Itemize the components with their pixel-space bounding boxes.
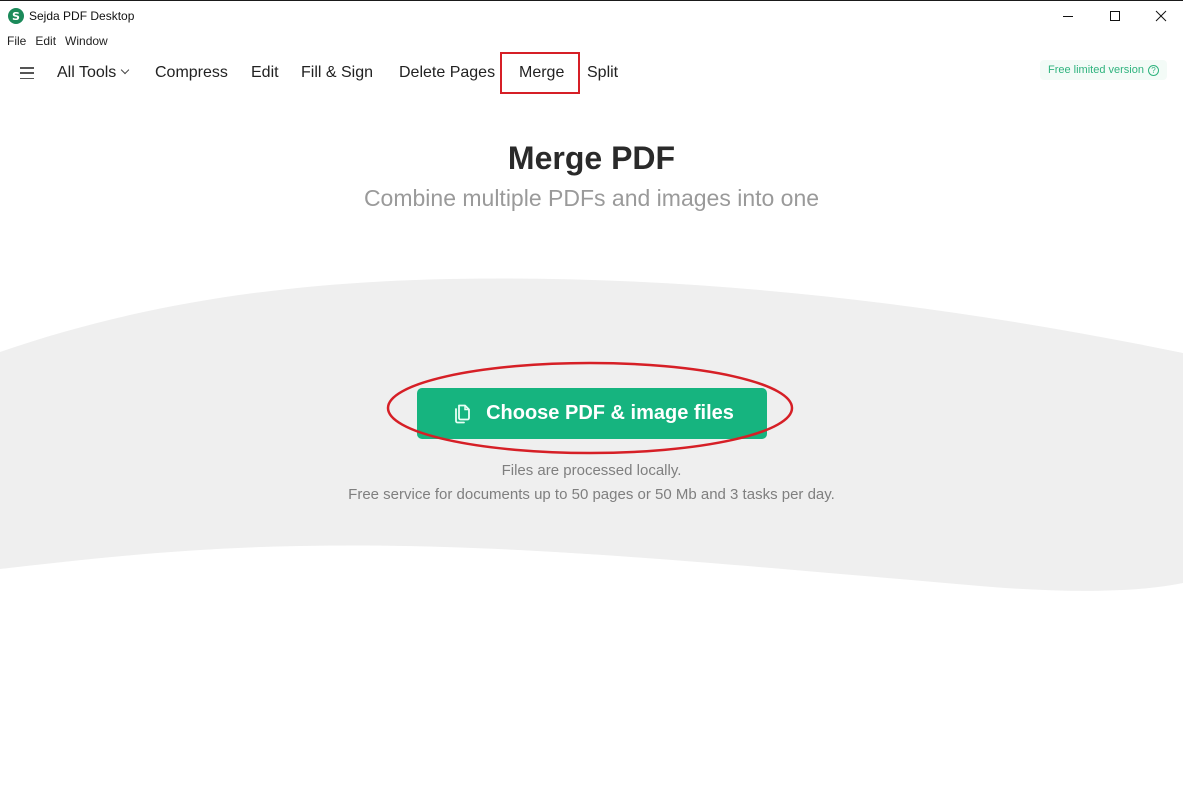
page-title: Merge PDF [507, 140, 676, 176]
files-icon [455, 404, 470, 423]
free-service-limits-note: Free service for documents up to 50 page… [348, 486, 835, 503]
local-processing-note: Files are processed locally. [501, 462, 682, 479]
choose-files-label: Choose PDF & image files [486, 402, 734, 424]
page-subtitle: Combine multiple PDFs and images into on… [363, 185, 820, 211]
choose-files-button[interactable]: Choose PDF & image files [417, 388, 767, 439]
